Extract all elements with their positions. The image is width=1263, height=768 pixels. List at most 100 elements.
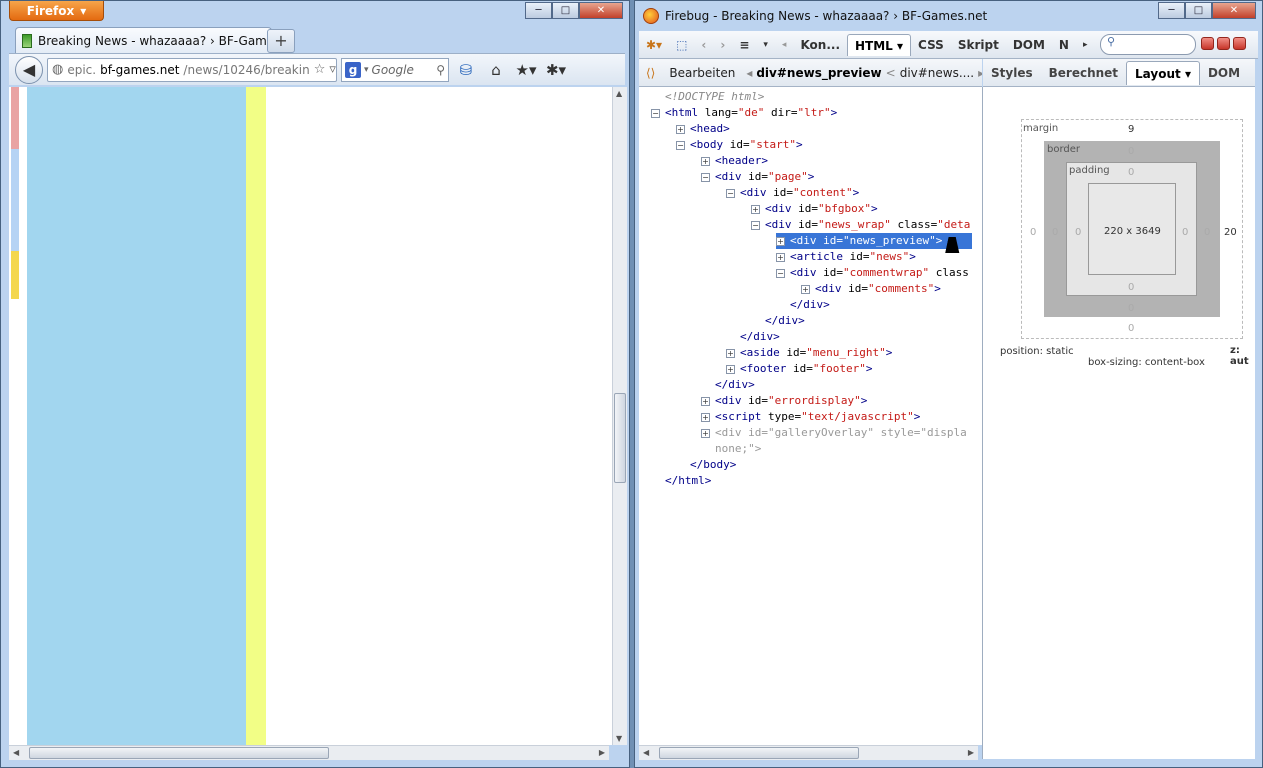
- padding-right-value[interactable]: 0: [1182, 227, 1188, 238]
- tree-row[interactable]: </div>: [715, 377, 755, 393]
- tab-dom[interactable]: DOM: [1006, 34, 1052, 56]
- tree-row[interactable]: + <div id="errordisplay">: [701, 393, 867, 409]
- scroll-down-icon[interactable]: ▼: [616, 734, 622, 743]
- collapse-icon[interactable]: −: [701, 172, 710, 182]
- tree-row[interactable]: + <head>: [676, 121, 730, 137]
- close-button[interactable]: ✕: [1212, 2, 1256, 19]
- tab-console[interactable]: Kon...: [793, 34, 847, 56]
- tab-script[interactable]: Skript: [951, 34, 1006, 56]
- horizontal-scroll-thumb[interactable]: [29, 747, 329, 759]
- padding-bottom-value[interactable]: 0: [1128, 282, 1134, 293]
- search-icon[interactable]: ⚲: [436, 63, 445, 77]
- tree-row[interactable]: − <div id="news_wrap" class="deta: [751, 217, 970, 233]
- inspect-icon[interactable]: ⬚: [669, 34, 694, 56]
- content-size-value[interactable]: 220 x 3649: [1104, 226, 1161, 237]
- collapse-icon[interactable]: −: [676, 140, 685, 150]
- tree-row[interactable]: + <header>: [701, 153, 768, 169]
- collapse-icon[interactable]: −: [776, 268, 785, 278]
- breadcrumb-current[interactable]: div#news_preview: [756, 66, 881, 80]
- new-tab-button[interactable]: +: [267, 29, 295, 53]
- firebug-detach-icon[interactable]: [1217, 37, 1230, 50]
- maximize-button[interactable]: □: [552, 2, 579, 19]
- margin-right-value[interactable]: 20: [1224, 227, 1237, 238]
- tab-styles[interactable]: Styles: [983, 61, 1041, 85]
- minimize-button[interactable]: ─: [1158, 2, 1185, 19]
- expand-icon[interactable]: +: [726, 348, 735, 358]
- history-dropdown-icon[interactable]: ▿: [329, 62, 336, 77]
- vertical-scroll-thumb[interactable]: [614, 393, 626, 483]
- google-engine-icon[interactable]: g: [345, 61, 361, 78]
- search-input[interactable]: Google: [372, 63, 414, 77]
- expand-icon[interactable]: +: [701, 156, 710, 166]
- tree-row[interactable]: none;">: [715, 441, 761, 457]
- tree-row[interactable]: </div>: [740, 329, 780, 345]
- tree-row[interactable]: + <div id="galleryOverlay" style="displa: [701, 425, 967, 441]
- home-icon[interactable]: ⌂: [483, 58, 509, 82]
- padding-top-value[interactable]: 0: [1128, 167, 1134, 178]
- tree-row[interactable]: − <body id="start">: [676, 137, 803, 153]
- margin-bottom-value[interactable]: 0: [1128, 323, 1134, 334]
- vertical-scrollbar[interactable]: ▲ ▼: [612, 87, 627, 745]
- tree-row[interactable]: <!DOCTYPE html>: [665, 89, 764, 105]
- tree-row[interactable]: </div>: [765, 313, 805, 329]
- close-button[interactable]: ✕: [579, 2, 623, 19]
- firebug-icon[interactable]: ✱▾: [543, 58, 569, 82]
- collapse-icon[interactable]: −: [726, 188, 735, 198]
- tree-row[interactable]: + <div id="comments">: [801, 281, 941, 297]
- scroll-right-icon[interactable]: ▶: [599, 748, 605, 757]
- border-right-value[interactable]: 0: [1204, 227, 1210, 238]
- url-bar[interactable]: ◍ epic. bf-games.net/news/10246/breakin ☆…: [47, 57, 337, 82]
- scroll-left-icon[interactable]: ◀: [643, 748, 649, 757]
- expand-icon[interactable]: +: [751, 204, 760, 214]
- minimize-button[interactable]: ─: [525, 2, 552, 19]
- tree-row[interactable]: </body>: [690, 457, 736, 473]
- padding-left-value[interactable]: 0: [1075, 227, 1081, 238]
- chevron-left-icon[interactable]: ◂: [775, 34, 794, 56]
- expand-icon[interactable]: +: [701, 412, 710, 422]
- expand-icon[interactable]: +: [701, 396, 710, 406]
- bookmarks-icon[interactable]: ★▾: [513, 58, 539, 82]
- expand-icon[interactable]: +: [801, 284, 810, 294]
- chevron-down-icon[interactable]: ▾: [756, 34, 775, 56]
- expand-icon[interactable]: +: [726, 364, 735, 374]
- collapse-icon[interactable]: −: [651, 108, 660, 118]
- search-bar[interactable]: g ▾ Google ⚲: [341, 57, 449, 82]
- node-expand-icon[interactable]: ⟨⟩: [639, 62, 662, 84]
- maximize-button[interactable]: □: [1185, 2, 1212, 19]
- tree-row[interactable]: </div>: [790, 297, 830, 313]
- tab-css[interactable]: CSS: [911, 34, 951, 56]
- tab-layout[interactable]: Layout ▾: [1126, 60, 1200, 85]
- firefox-menu-button[interactable]: Firefox ▾: [9, 1, 104, 21]
- firebug-minimize-icon[interactable]: [1201, 37, 1214, 50]
- border-left-value[interactable]: 0: [1052, 227, 1058, 238]
- html-panel-scroll-thumb[interactable]: [659, 747, 859, 759]
- tab-side-dom[interactable]: DOM: [1200, 61, 1248, 85]
- margin-top-value[interactable]: 9: [1128, 124, 1134, 135]
- tree-row[interactable]: − <html lang="de" dir="ltr">: [651, 105, 837, 121]
- scroll-up-icon[interactable]: ▲: [616, 89, 622, 98]
- panel-list-icon[interactable]: ≡: [732, 34, 756, 56]
- margin-left-value[interactable]: 0: [1030, 227, 1036, 238]
- history-forward-icon[interactable]: ›: [713, 34, 732, 56]
- tree-row[interactable]: + <div id="bfgbox">: [751, 201, 878, 217]
- html-panel-hscrollbar[interactable]: ◀ ▶: [639, 745, 978, 760]
- bookmark-star-icon[interactable]: ☆: [314, 62, 326, 77]
- breadcrumb-parent[interactable]: div#news....: [900, 66, 974, 80]
- tab-net[interactable]: N: [1052, 34, 1076, 56]
- scroll-right-icon[interactable]: ▶: [968, 748, 974, 757]
- back-button[interactable]: ◀: [15, 55, 43, 84]
- collapse-icon[interactable]: −: [751, 220, 760, 230]
- expand-icon[interactable]: +: [701, 428, 710, 438]
- tree-row[interactable]: − <div id="content">: [726, 185, 859, 201]
- tab-breaking-news[interactable]: Breaking News - whazaaaa? › BF-Games....: [15, 27, 272, 53]
- tab-html[interactable]: HTML ▾: [847, 33, 912, 56]
- horizontal-scrollbar[interactable]: ◀ ▶: [9, 745, 609, 760]
- edit-button[interactable]: Bearbeiten: [662, 62, 742, 84]
- tree-row[interactable]: + <aside id="menu_right">: [726, 345, 892, 361]
- border-bottom-value[interactable]: 0: [1128, 303, 1134, 314]
- scroll-left-icon[interactable]: ◀: [13, 748, 19, 757]
- tree-row[interactable]: − <div id="page">: [701, 169, 814, 185]
- tab-computed[interactable]: Berechnet: [1041, 61, 1126, 85]
- expand-icon[interactable]: +: [676, 124, 685, 134]
- firebug-search-input[interactable]: ⚲: [1100, 34, 1196, 55]
